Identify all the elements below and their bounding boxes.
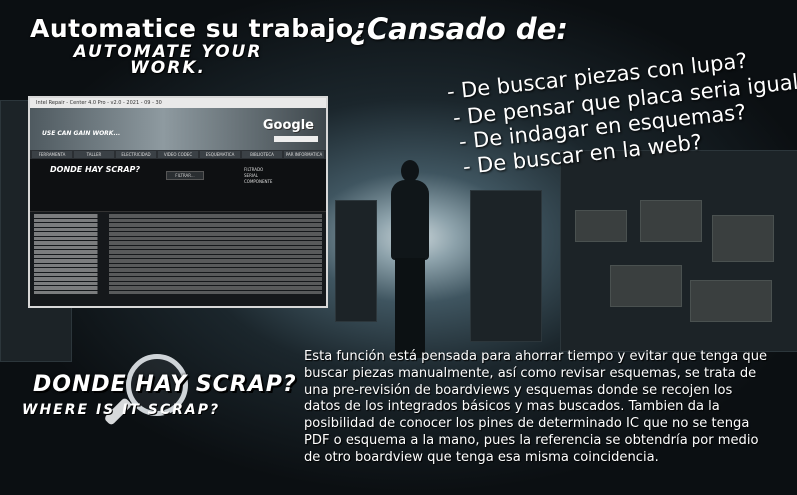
description-paragraph: Esta función está pensada para ahorrar t… <box>304 349 792 467</box>
description-line: una pre-revisión de boardviews y esquema… <box>304 382 733 398</box>
table-row <box>34 272 322 276</box>
description-line: posibilidad de conocer los pines de dete… <box>304 416 750 432</box>
description-line: datos de los integrados básicos y mas bu… <box>304 399 720 415</box>
storage-box <box>610 265 682 307</box>
headline-spanish: Automatice su trabajo. <box>30 14 364 43</box>
table-row <box>34 227 322 231</box>
logo-title: DONDE HAY SCRAP? <box>33 372 297 397</box>
table-row <box>34 241 322 245</box>
toolbar-item: PAR INFORMATICA <box>284 151 324 158</box>
shelf-center-right <box>470 190 542 342</box>
table-row <box>34 277 322 281</box>
logo-subtitle: WHERE IS IT SCRAP? <box>22 402 221 418</box>
toolbar-item: FERRAMENTA <box>32 151 72 158</box>
app-title-bar: Intel Repair - Center 4.0 Pro - v2.0 - 2… <box>30 98 326 108</box>
table-row <box>34 259 322 263</box>
description-line: de otro boardview que tenga esa misma co… <box>304 449 659 465</box>
table-row <box>34 268 322 272</box>
table-row <box>34 245 322 249</box>
table-row <box>34 250 322 254</box>
table-row <box>34 214 322 218</box>
app-results-table <box>30 212 326 297</box>
app-banner: USE CAN GAIN WORK... Google <box>30 108 326 150</box>
table-row <box>34 218 322 222</box>
table-row <box>34 286 322 290</box>
app-panel-title: DONDE HAY SCRAP? <box>50 165 141 174</box>
app-screenshot-preview: Intel Repair - Center 4.0 Pro - v2.0 - 2… <box>28 96 328 308</box>
description-line: Esta función está pensada para ahorrar t… <box>304 349 768 364</box>
toolbar-item: BIBLIOTECA <box>242 151 282 158</box>
app-banner-logo: USE CAN GAIN WORK... <box>42 130 121 137</box>
storage-box <box>690 280 772 322</box>
table-row <box>34 254 322 258</box>
table-row <box>34 223 322 227</box>
google-search-input <box>274 136 318 142</box>
toolbar-item: ELECTRICIDAD <box>116 151 156 158</box>
app-search-panel: DONDE HAY SCRAP? FILTRAR... FILTRADO SER… <box>30 159 326 212</box>
google-logo: Google <box>262 118 314 133</box>
toolbar-item: TALLER <box>74 151 114 158</box>
table-row <box>34 236 322 240</box>
shelf-center-left <box>335 200 377 322</box>
person-silhouette <box>383 160 435 360</box>
table-row <box>34 281 322 285</box>
table-row <box>34 232 322 236</box>
toolbar-item: ESQUEMATICA <box>200 151 240 158</box>
table-row <box>34 290 322 294</box>
description-line: PDF o esquema a la mano, pues la referen… <box>304 432 759 448</box>
headline-english: AUTOMATE YOUR WORK. <box>73 42 263 78</box>
filter-radio-group: FILTRADO SERIAL COMPONENTE <box>244 167 272 185</box>
storage-box <box>640 200 702 242</box>
radio-label: COMPONENTE <box>244 179 273 184</box>
storage-box <box>575 210 627 242</box>
app-toolbar: FERRAMENTA TALLER ELECTRICIDAD VIDEO COD… <box>30 150 326 159</box>
table-row <box>34 263 322 267</box>
questions-title: ¿Cansado de: <box>350 12 568 46</box>
storage-box <box>712 215 774 262</box>
toolbar-item: VIDEO CODEC <box>158 151 198 158</box>
filter-input: FILTRAR... <box>166 171 204 180</box>
description-line: buscar piezas manualmente, así como revi… <box>304 365 757 381</box>
